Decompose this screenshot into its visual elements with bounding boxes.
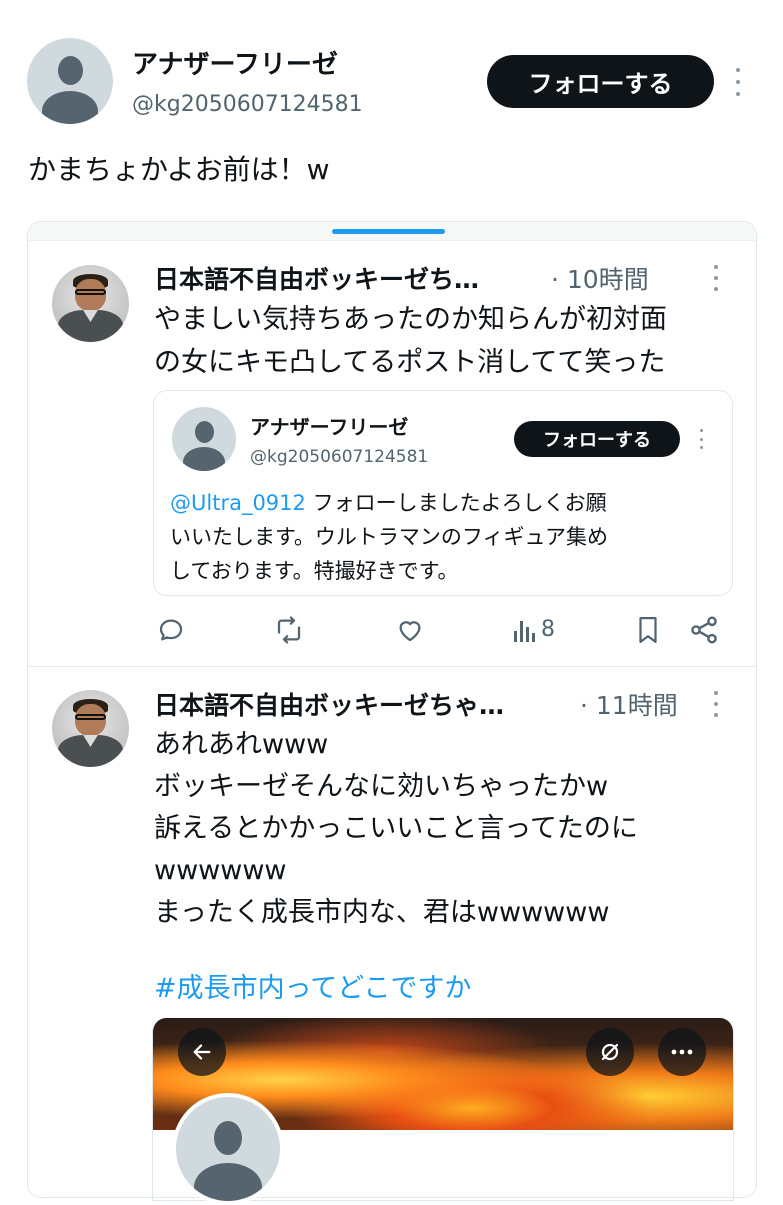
eye-off-icon [601, 1043, 619, 1061]
top-user-avatar[interactable] [27, 38, 113, 124]
quoted-mention-link[interactable]: @Ultra_0912 [170, 491, 306, 515]
banner-back-button[interactable] [178, 1028, 226, 1076]
tab-indicator [332, 229, 445, 234]
quoted-more-options-icon[interactable] [697, 429, 705, 449]
reply-divider [28, 666, 756, 667]
like-icon[interactable] [395, 615, 425, 645]
quoted-display-name[interactable]: アナザーフリーゼ [250, 411, 408, 440]
reply2-more-options-icon[interactable] [711, 691, 721, 717]
quoted-text: @Ultra_0912 フォローしましたよろしくお願 いいたします。ウルトラマン… [170, 486, 730, 588]
reply1-more-options-icon[interactable] [711, 265, 721, 291]
quoted-user-avatar[interactable] [172, 407, 236, 471]
share-icon[interactable] [688, 614, 720, 646]
views-icon[interactable] [513, 617, 537, 643]
reply1-text: やましい気持ちあったのか知らんが初対面 の女にキモ凸してるポスト消してて笑った [154, 304, 667, 378]
reply1-avatar[interactable] [52, 265, 129, 342]
repost-icon[interactable] [273, 615, 305, 645]
quoted-handle[interactable]: @kg2050607124581 [250, 447, 428, 467]
reply2-hashtag-link[interactable]: #成長市内ってどこですか [154, 966, 471, 1005]
reply-icon[interactable] [156, 615, 186, 645]
top-more-options-icon[interactable] [733, 68, 743, 96]
embedded-profile-avatar[interactable] [172, 1093, 284, 1205]
top-follow-button[interactable]: フォローする [487, 55, 714, 108]
quoted-text-first-line: フォローしましたよろしくお願 [305, 491, 607, 515]
back-arrow-icon [193, 1044, 211, 1060]
bookmark-icon[interactable] [635, 615, 661, 645]
banner-more-button[interactable] [658, 1028, 706, 1076]
reply2-timestamp[interactable]: · 11時間 [580, 686, 678, 722]
reply2-display-name[interactable]: 日本語不自由ボッキーゼちゃ… [154, 686, 504, 722]
top-handle[interactable]: @kg2050607124581 [132, 92, 363, 117]
reply1-timestamp[interactable]: · 10時間 [551, 260, 649, 296]
quoted-follow-button[interactable]: フォローする [514, 421, 680, 457]
reply2-text: あれあれwww ボッキーゼそんなに効いちゃったかw 訴えるとかかっこいいこと言っ… [154, 729, 638, 928]
banner-hide-button[interactable] [586, 1028, 634, 1076]
reply1-display-name[interactable]: 日本語不自由ボッキーゼち… [154, 260, 479, 296]
reply2-avatar[interactable] [52, 690, 129, 767]
views-count: 8 [541, 617, 555, 642]
top-tweet-text: かまちょかよお前は！w [28, 153, 330, 186]
quoted-text-rest: いいたします。ウルトラマンのフィギュア集め しております。特撮好きです。 [170, 525, 609, 583]
more-horizontal-icon [671, 1049, 693, 1055]
top-display-name[interactable]: アナザーフリーゼ [132, 44, 338, 81]
